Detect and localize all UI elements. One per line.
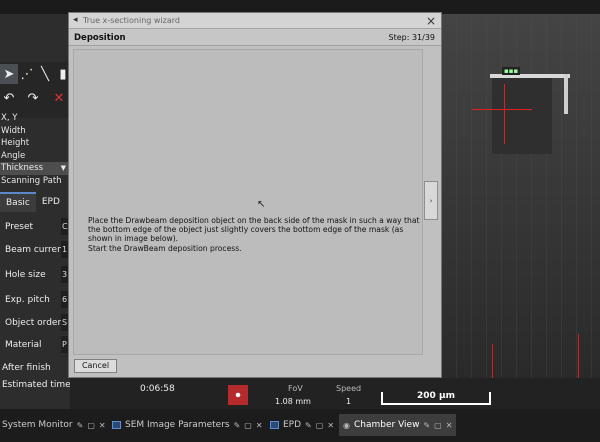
marker-line [492, 344, 493, 378]
sem-image-view[interactable]: ▪▪▪ [442, 14, 600, 378]
scale-bar-label: 200 µm [417, 391, 455, 401]
float-icon[interactable]: ▢ [434, 421, 442, 430]
mouse-cursor-icon: ↖ [257, 199, 266, 210]
instruction-line-2: Start the DrawBeam deposition process. [88, 243, 242, 253]
eye-icon: ◉ [343, 420, 350, 430]
estimated-time-label: Estimated time [2, 380, 71, 390]
expand-panel-button[interactable]: › [424, 181, 438, 220]
wizard-app-icon: ◂ [73, 15, 78, 25]
prop-height: Height [1, 138, 30, 148]
estimated-time-value: 0:06:58 [140, 384, 175, 394]
prop-scanning-path: Scanning Path [1, 175, 62, 186]
settings-tabs: Basic EPD [0, 192, 66, 212]
fov-value: 1.08 mm [275, 397, 311, 406]
redo-icon[interactable]: ↷ [24, 88, 42, 108]
marker-line [578, 334, 579, 378]
dock-tab-label: EPD [283, 420, 302, 430]
pin-icon[interactable]: ✎ [305, 421, 312, 430]
pin-icon[interactable]: ✎ [77, 421, 84, 430]
close-icon[interactable]: ✕ [327, 421, 334, 430]
close-icon[interactable]: ✕ [99, 421, 106, 430]
prop-width: Width [1, 125, 26, 136]
monitor-icon [112, 421, 121, 429]
dock-tab-label: Chamber View [353, 420, 420, 430]
mask-side-edge [564, 74, 568, 114]
dialog-titlebar[interactable]: ◂ True x-sectioning wizard × [69, 13, 441, 29]
step-title: Deposition [74, 33, 126, 43]
dialog-title: True x-sectioning wizard [83, 16, 180, 25]
exp-pitch-label: Exp. pitch [5, 295, 50, 305]
close-icon[interactable]: ✕ [256, 421, 263, 430]
beam-current-label: Beam current [5, 245, 67, 255]
line-tool-icon[interactable]: ╲ [36, 64, 54, 84]
dock-tab-epd[interactable]: EPD ✎ ▢ ✕ [270, 414, 334, 436]
undo-icon[interactable]: ↶ [0, 88, 18, 108]
pointer-tool-icon[interactable]: ➤ [0, 64, 18, 84]
monitor-icon [270, 421, 279, 429]
cancel-button[interactable]: Cancel [74, 359, 117, 373]
crosshair-horizontal [472, 109, 532, 110]
step-counter: Step: 31/39 [388, 33, 435, 42]
stop-icon: ⏺ [235, 389, 241, 401]
float-icon[interactable]: ▢ [87, 421, 95, 430]
prop-thickness[interactable]: Thickness ▼ [0, 162, 68, 175]
crosshair-vertical [504, 84, 505, 144]
instruction-line-1: Place the Drawbeam deposition object on … [88, 216, 420, 244]
step-content: Place the Drawbeam deposition object on … [73, 49, 423, 355]
dock-tab-system-monitor[interactable]: System Monitor ✎ ▢ ✕ [2, 414, 106, 436]
float-icon[interactable]: ▢ [244, 421, 252, 430]
tab-basic[interactable]: Basic [0, 192, 36, 212]
object-order-label: Object order [5, 318, 62, 328]
preset-label: Preset [5, 222, 34, 232]
tab-epd[interactable]: EPD [36, 192, 66, 212]
dock-tab-chamber-view[interactable]: ◉ Chamber View ✎ ▢ ✕ [339, 414, 457, 436]
dock-tab-sem-image-parameters[interactable]: SEM Image Parameters ✎ ▢ ✕ [112, 414, 263, 436]
pin-icon[interactable]: ✎ [234, 421, 241, 430]
step-header: Deposition Step: 31/39 [69, 29, 441, 46]
float-icon[interactable]: ▢ [316, 421, 324, 430]
prop-angle: Angle [1, 150, 26, 161]
dock-tab-label: System Monitor [2, 420, 73, 430]
chevron-down-icon: ▼ [60, 164, 66, 172]
close-icon[interactable]: ✕ [446, 421, 453, 430]
overlay-marker-icon: ▪▪▪ [502, 67, 521, 75]
speed-label: Speed [336, 384, 362, 393]
x-sectioning-wizard-dialog: ◂ True x-sectioning wizard × Deposition … [68, 12, 442, 378]
hole-size-label: Hole size [5, 270, 46, 280]
after-finish-label: After finish [2, 363, 51, 373]
points-tool-icon[interactable]: ⋰ [18, 64, 36, 84]
instruction-text: Place the Drawbeam deposition object on … [88, 216, 420, 253]
stop-button[interactable]: ⏺ [228, 385, 248, 405]
drawing-toolbar: ➤ ⋰ ╲ ▮ ↶ ↷ ✕ [0, 62, 70, 118]
dock-tab-label: SEM Image Parameters [125, 420, 230, 430]
delete-icon[interactable]: ✕ [50, 88, 68, 108]
material-label: Material [5, 340, 42, 350]
object-properties: X, Y Width Height Angle Thickness ▼ Scann… [0, 112, 70, 187]
fov-label: FoV [288, 384, 303, 393]
prop-thickness-label: Thickness [1, 163, 44, 173]
pin-icon[interactable]: ✎ [423, 421, 430, 430]
close-icon[interactable]: × [426, 13, 436, 29]
prop-xy: X, Y [1, 113, 18, 123]
image-texture [442, 14, 600, 378]
speed-value: 1 [346, 397, 352, 406]
sample-block [492, 74, 552, 154]
